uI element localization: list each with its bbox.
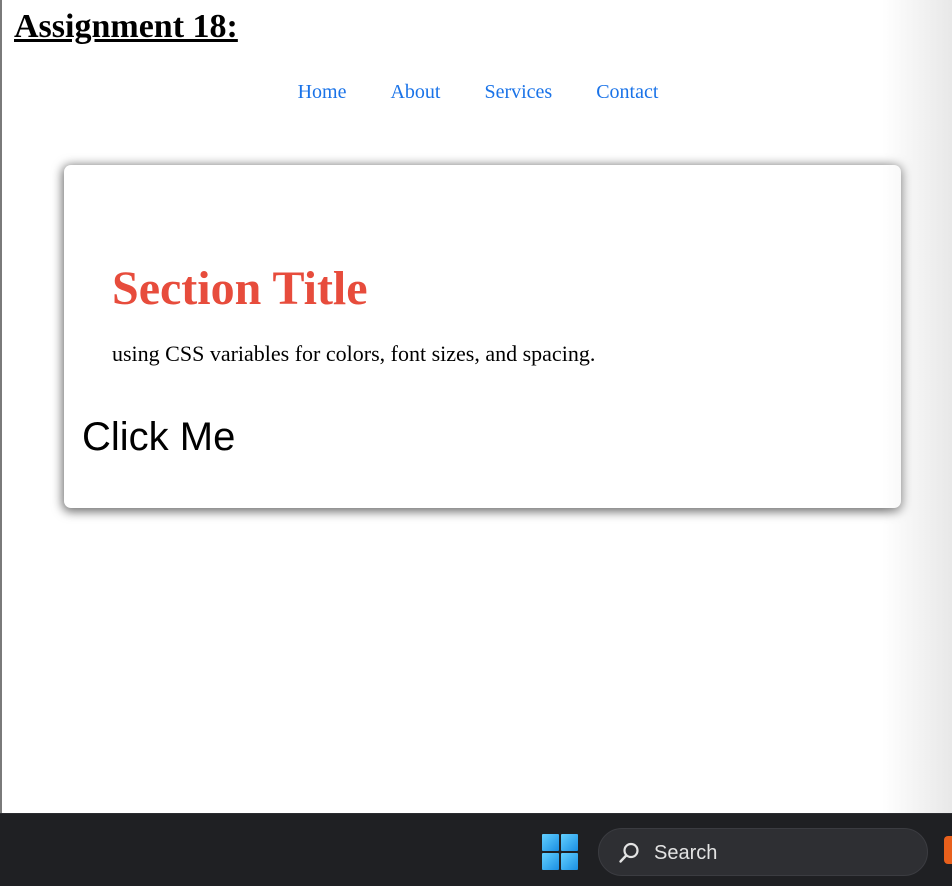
nav-link-about[interactable]: About — [368, 78, 462, 106]
start-tile — [542, 834, 559, 851]
nav-link-services[interactable]: Services — [462, 78, 574, 106]
start-tile — [542, 853, 559, 870]
main-nav: Home About Services Contact — [2, 78, 952, 106]
start-tile — [561, 853, 578, 870]
taskbar-search-box[interactable]: Search — [598, 828, 928, 876]
search-icon — [619, 842, 639, 863]
click-me-button[interactable]: Click Me — [82, 413, 235, 461]
taskbar: Search — [0, 813, 952, 886]
nav-link-home[interactable]: Home — [276, 78, 369, 106]
section-description: using CSS variables for colors, font siz… — [112, 341, 596, 366]
search-label: Search — [654, 842, 718, 864]
page-heading: Assignment 18: — [14, 8, 238, 45]
content-card: Section Title using CSS variables for co… — [64, 165, 901, 508]
nav-link-contact[interactable]: Contact — [574, 78, 680, 106]
brave-browser-icon[interactable] — [944, 836, 952, 864]
start-tile — [561, 834, 578, 851]
windows-start-icon[interactable] — [542, 834, 578, 870]
browser-page: Assignment 18: Home About Services Conta… — [0, 0, 952, 813]
section-title: Section Title — [112, 262, 368, 315]
